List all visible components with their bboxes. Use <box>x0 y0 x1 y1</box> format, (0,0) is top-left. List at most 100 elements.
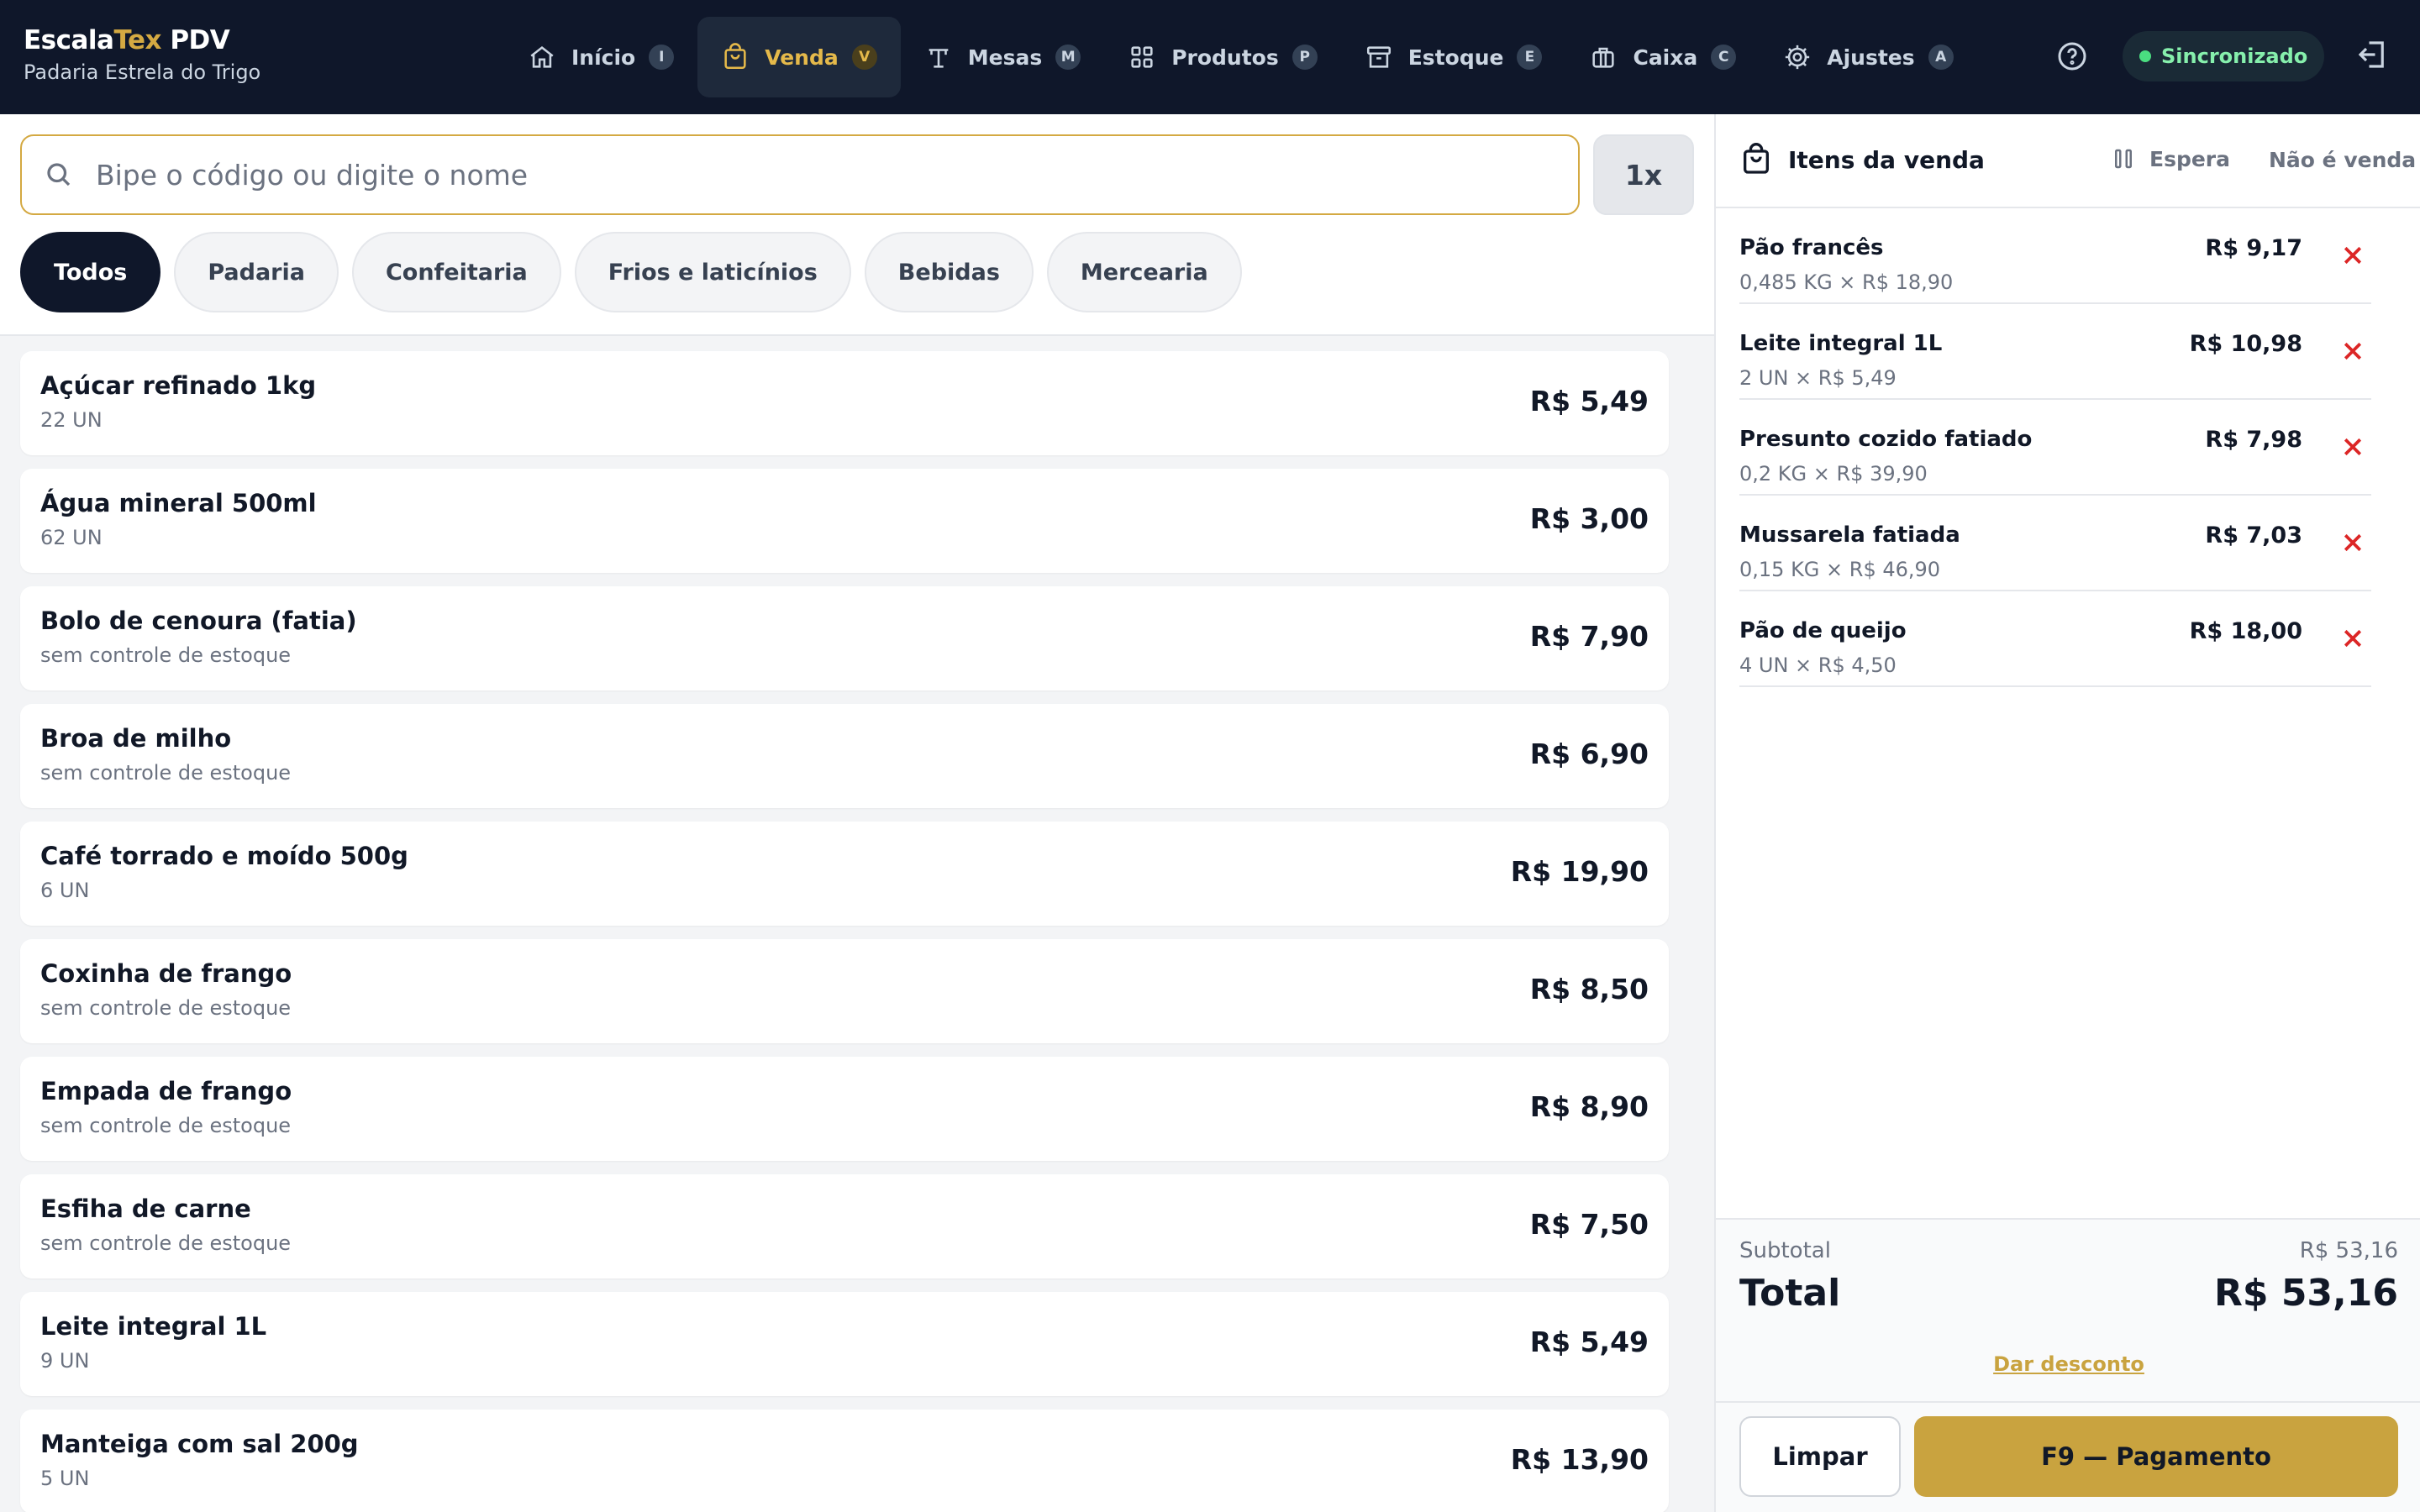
discount-link[interactable]: Dar desconto <box>1716 1352 2420 1376</box>
cart-item-total: R$ 7,98 <box>2205 427 2302 453</box>
nav-item-ajustes[interactable]: Ajustes A <box>1760 17 1976 97</box>
category-chip-mercearia[interactable]: Mercearia <box>1046 232 1242 312</box>
shortcut-badge: A <box>1928 45 1954 70</box>
cart-item-name: Leite integral 1L <box>1739 331 1943 356</box>
nav-item-inicio[interactable]: Início I <box>504 17 697 97</box>
total-value: R$ 53,16 <box>2214 1272 2398 1315</box>
close-icon <box>2344 533 2362 552</box>
subtotal-value: R$ 53,16 <box>2299 1238 2398 1263</box>
cart-item-total: R$ 9,17 <box>2205 235 2302 261</box>
product-item[interactable]: Manteiga com sal 200g 5 UN R$ 13,90 <box>20 1410 1669 1512</box>
brand-name: EscalaTex PDV <box>24 25 260 55</box>
product-item[interactable]: Empada de frango sem controle de estoque… <box>20 1057 1669 1161</box>
nav-item-venda[interactable]: Venda V <box>697 17 901 97</box>
product-panel: 1x Todos Padaria Confeitaria Frios e lat… <box>0 114 1714 1512</box>
brand-name-accent: Tex <box>113 25 162 55</box>
product-price: R$ 7,50 <box>1529 1208 1649 1241</box>
remove-item-button[interactable] <box>2334 620 2371 657</box>
search-box[interactable] <box>20 134 1580 215</box>
product-price: R$ 8,90 <box>1529 1090 1649 1123</box>
grid-icon <box>1131 46 1153 68</box>
search-input[interactable] <box>96 158 1524 192</box>
nav-item-caixa[interactable]: Caixa C <box>1565 17 1760 97</box>
close-icon <box>2344 246 2362 265</box>
shortcut-badge: E <box>1517 45 1543 70</box>
product-price: R$ 19,90 <box>1510 855 1649 888</box>
cart-panel: Itens da venda Espera Não é venda Pão fr… <box>1714 114 2420 1512</box>
cart-item-detail: 4 UN × R$ 4,50 <box>1739 654 1897 677</box>
shortcut-badge: C <box>1711 45 1737 70</box>
category-chip-frios[interactable]: Frios e laticínios <box>574 232 851 312</box>
logout-icon[interactable] <box>2354 37 2390 72</box>
product-item[interactable]: Café torrado e moído 500g 6 UN R$ 19,90 <box>20 822 1669 926</box>
product-stock: sem controle de estoque <box>40 996 292 1020</box>
divider <box>1716 1401 2420 1403</box>
product-item[interactable]: Água mineral 500ml 62 UN R$ 3,00 <box>20 469 1669 573</box>
product-item[interactable]: Bolo de cenoura (fatia) sem controle de … <box>20 586 1669 690</box>
brand-name-suffix: PDV <box>161 25 230 55</box>
product-stock: 5 UN <box>40 1467 90 1490</box>
store-name: Padaria Estrela do Trigo <box>24 60 261 84</box>
nav-item-estoque[interactable]: Estoque E <box>1341 17 1566 97</box>
hold-sale-label: Espera <box>2149 146 2231 171</box>
shortcut-badge: V <box>851 45 877 70</box>
product-item[interactable]: Coxinha de frango sem controle de estoqu… <box>20 939 1669 1043</box>
shopping-bag-icon <box>724 43 746 70</box>
product-price: R$ 7,90 <box>1529 620 1649 653</box>
product-item[interactable]: Leite integral 1L 9 UN R$ 5,49 <box>20 1292 1669 1396</box>
cart-item-detail: 2 UN × R$ 5,49 <box>1739 366 1897 390</box>
table-icon <box>929 49 949 68</box>
sync-status-label: Sincronizado <box>2161 45 2308 68</box>
category-chip-todos[interactable]: Todos <box>20 232 161 312</box>
home-icon <box>530 46 554 68</box>
archive-icon <box>1366 46 1391 68</box>
product-price: R$ 3,00 <box>1529 502 1649 535</box>
product-name: Empada de frango <box>40 1077 292 1105</box>
cart-item-detail: 0,485 KG × R$ 18,90 <box>1739 270 1954 294</box>
top-bar: EscalaTex PDV Padaria Estrela do Trigo I… <box>0 0 2420 114</box>
shopping-bag-icon <box>1744 143 1769 174</box>
quantity-multiplier-button[interactable]: 1x <box>1593 134 1694 215</box>
cart-item: Leite integral 1L 2 UN × R$ 5,49 R$ 10,9… <box>1739 304 2371 400</box>
main-nav: Início I Venda V Mesas M Produtos P Esto… <box>504 17 1977 97</box>
help-icon[interactable] <box>2055 39 2089 73</box>
product-item[interactable]: Esfiha de carne sem controle de estoque … <box>20 1174 1669 1278</box>
nav-item-mesas[interactable]: Mesas M <box>901 17 1104 97</box>
product-stock: sem controle de estoque <box>40 761 292 785</box>
product-name: Açúcar refinado 1kg <box>40 371 317 400</box>
nav-label: Caixa <box>1633 45 1698 70</box>
remove-item-button[interactable] <box>2334 333 2371 370</box>
product-name: Manteiga com sal 200g <box>40 1430 359 1458</box>
remove-item-button[interactable] <box>2334 524 2371 561</box>
close-icon <box>2344 629 2362 648</box>
category-chip-padaria[interactable]: Padaria <box>174 232 339 312</box>
remove-item-button[interactable] <box>2334 428 2371 465</box>
clear-cart-button[interactable]: Limpar <box>1739 1416 1901 1497</box>
nav-label: Venda <box>765 45 839 70</box>
cart-item: Mussarela fatiada 0,15 KG × R$ 46,90 R$ … <box>1739 496 2371 591</box>
hold-sale-button[interactable]: Espera <box>2111 146 2230 171</box>
product-item[interactable]: Broa de milho sem controle de estoque R$… <box>20 704 1669 808</box>
cart-item-name: Mussarela fatiada <box>1739 522 1960 548</box>
total-label: Total <box>1739 1272 1841 1315</box>
category-chip-confeitaria[interactable]: Confeitaria <box>351 232 561 312</box>
payment-button[interactable]: F9 — Pagamento <box>1914 1416 2398 1497</box>
cart-item-total: R$ 18,00 <box>2189 618 2302 644</box>
not-sale-button[interactable]: Não é venda <box>2269 148 2416 172</box>
pause-icon <box>2115 149 2132 169</box>
nav-label: Estoque <box>1407 45 1504 70</box>
cart-header: Itens da venda Espera Não é venda <box>1716 114 2420 208</box>
gear-icon <box>1786 45 1810 70</box>
product-price: R$ 6,90 <box>1529 738 1649 770</box>
shortcut-badge: P <box>1292 45 1318 70</box>
remove-item-button[interactable] <box>2334 237 2371 274</box>
nav-label: Ajustes <box>1827 45 1915 70</box>
nav-item-produtos[interactable]: Produtos P <box>1104 17 1341 97</box>
cart-item-total: R$ 7,03 <box>2205 522 2302 549</box>
product-name: Água mineral 500ml <box>40 489 317 517</box>
product-price: R$ 8,50 <box>1529 973 1649 1005</box>
product-item[interactable]: Açúcar refinado 1kg 22 UN R$ 5,49 <box>20 351 1669 455</box>
product-price: R$ 5,49 <box>1529 1326 1649 1358</box>
cart-item: Pão de queijo 4 UN × R$ 4,50 R$ 18,00 <box>1739 591 2371 687</box>
category-chip-bebidas[interactable]: Bebidas <box>864 232 1034 312</box>
